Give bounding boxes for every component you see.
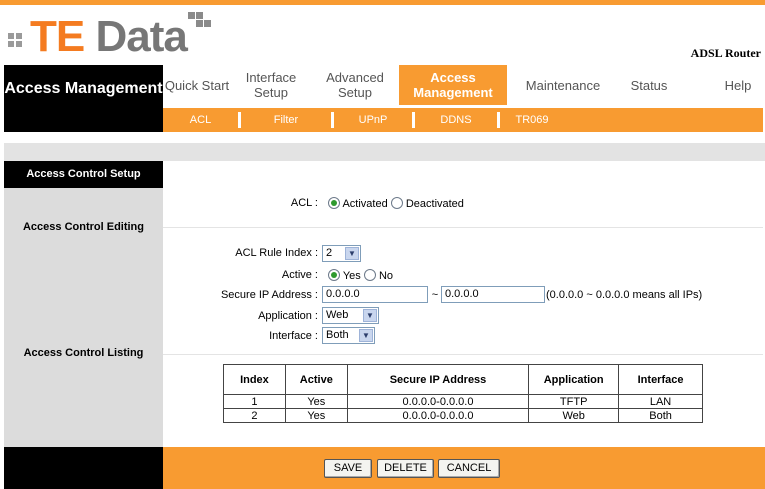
ip-end-input[interactable]: 0.0.0.0 bbox=[441, 286, 545, 303]
sidebar-heading-listing: Access Control Listing bbox=[23, 347, 144, 359]
ip-hint: (0.0.0.0 ~ 0.0.0.0 means all IPs) bbox=[546, 289, 703, 301]
active-label: Active : bbox=[281, 269, 318, 281]
cell-application: TFTP bbox=[528, 394, 620, 409]
active-yes-label: Yes bbox=[342, 270, 361, 282]
logo: TE Data bbox=[30, 12, 188, 61]
spacer-bar bbox=[4, 143, 765, 161]
acl-deactivated-label: Deactivated bbox=[405, 198, 464, 210]
sidebar bbox=[4, 161, 163, 447]
nav-access-management[interactable]: Access Management bbox=[399, 65, 507, 105]
cell-interface: Both bbox=[618, 408, 703, 423]
nav-advanced-setup[interactable]: Advanced Setup bbox=[311, 65, 399, 105]
rule-index-label: ACL Rule Index : bbox=[235, 247, 318, 259]
interface-select[interactable]: Both ▼ bbox=[322, 327, 375, 344]
table-row: 2 Yes 0.0.0.0-0.0.0.0 Web Both bbox=[223, 408, 703, 423]
active-no-label: No bbox=[378, 270, 393, 282]
logo-squares-icon bbox=[188, 12, 214, 38]
table-row: 1 Yes 0.0.0.0-0.0.0.0 TFTP LAN bbox=[223, 394, 703, 409]
cell-index: 1 bbox=[223, 394, 286, 409]
secure-ip-label: Secure IP Address : bbox=[220, 289, 318, 301]
delete-button[interactable]: DELETE bbox=[377, 459, 434, 478]
subnav-acl[interactable]: ACL bbox=[163, 108, 238, 132]
active-radio-group: Yes No bbox=[328, 269, 393, 282]
nav-status[interactable]: Status bbox=[619, 65, 679, 105]
logo-grid-icon bbox=[8, 15, 30, 55]
application-select[interactable]: Web ▼ bbox=[322, 307, 379, 324]
subnav-tr069[interactable]: TR069 bbox=[500, 108, 564, 132]
acl-deactivated-radio[interactable] bbox=[390, 197, 403, 209]
sidebar-heading-editing: Access Control Editing bbox=[22, 221, 145, 233]
sidebar-heading-setup: Access Control Setup bbox=[4, 161, 163, 188]
active-yes-radio[interactable] bbox=[328, 269, 340, 281]
footer-left bbox=[4, 447, 163, 489]
acl-activated-radio[interactable] bbox=[328, 197, 340, 209]
col-index: Index bbox=[223, 364, 286, 395]
acl-label: ACL : bbox=[290, 197, 318, 209]
subnav-filter[interactable]: Filter bbox=[241, 108, 331, 132]
nav-help[interactable]: Help bbox=[708, 65, 765, 105]
cancel-button[interactable]: CANCEL bbox=[438, 459, 500, 478]
cell-secure-ip: 0.0.0.0-0.0.0.0 bbox=[346, 408, 530, 423]
ip-range-separator: ~ bbox=[431, 289, 439, 301]
chevron-down-icon: ▼ bbox=[359, 329, 373, 342]
cell-active: Yes bbox=[284, 394, 348, 409]
col-application: Application bbox=[528, 364, 620, 395]
divider bbox=[163, 227, 763, 228]
logo-te: TE bbox=[30, 12, 85, 61]
nav-maintenance[interactable]: Maintenance bbox=[507, 65, 619, 105]
section-title: Access Management bbox=[4, 80, 163, 97]
acl-activated-label: Activated bbox=[342, 198, 388, 210]
divider bbox=[163, 354, 763, 355]
table-header-row: Index Active Secure IP Address Applicati… bbox=[223, 364, 703, 395]
sub-nav: ACL Filter UPnP DDNS TR069 bbox=[163, 108, 763, 132]
product-name: ADSL Router bbox=[690, 46, 761, 60]
cell-active: Yes bbox=[284, 408, 348, 423]
active-no-radio[interactable] bbox=[363, 269, 376, 281]
cell-application: Web bbox=[528, 408, 620, 423]
ip-start-input[interactable]: 0.0.0.0 bbox=[322, 286, 428, 303]
rule-index-select[interactable]: 2 ▼ bbox=[322, 245, 361, 262]
nav-quick-start[interactable]: Quick Start bbox=[163, 65, 231, 105]
cell-index: 2 bbox=[223, 408, 286, 423]
interface-value: Both bbox=[326, 329, 349, 341]
rule-index-value: 2 bbox=[326, 247, 333, 259]
save-button[interactable]: SAVE bbox=[324, 459, 372, 478]
cell-secure-ip: 0.0.0.0-0.0.0.0 bbox=[346, 394, 530, 409]
application-value: Web bbox=[326, 309, 349, 321]
acl-table: Index Active Secure IP Address Applicati… bbox=[223, 364, 703, 423]
nav-interface-setup[interactable]: Interface Setup bbox=[231, 65, 311, 105]
chevron-down-icon: ▼ bbox=[345, 247, 359, 260]
col-interface: Interface bbox=[618, 364, 703, 395]
acl-radio-group: Activated Deactivated bbox=[328, 197, 464, 210]
header: TE Data ADSL Router bbox=[0, 5, 765, 60]
application-label: Application : bbox=[258, 310, 318, 322]
subnav-upnp[interactable]: UPnP bbox=[334, 108, 412, 132]
main-nav: Quick Start Interface Setup Advanced Set… bbox=[163, 65, 763, 105]
cell-interface: LAN bbox=[618, 394, 703, 409]
col-active: Active bbox=[284, 364, 348, 395]
subnav-ddns[interactable]: DDNS bbox=[415, 108, 497, 132]
logo-data: Data bbox=[95, 12, 187, 61]
chevron-down-icon: ▼ bbox=[363, 309, 377, 322]
col-secure-ip: Secure IP Address bbox=[346, 364, 530, 395]
interface-label: Interface : bbox=[269, 330, 318, 342]
